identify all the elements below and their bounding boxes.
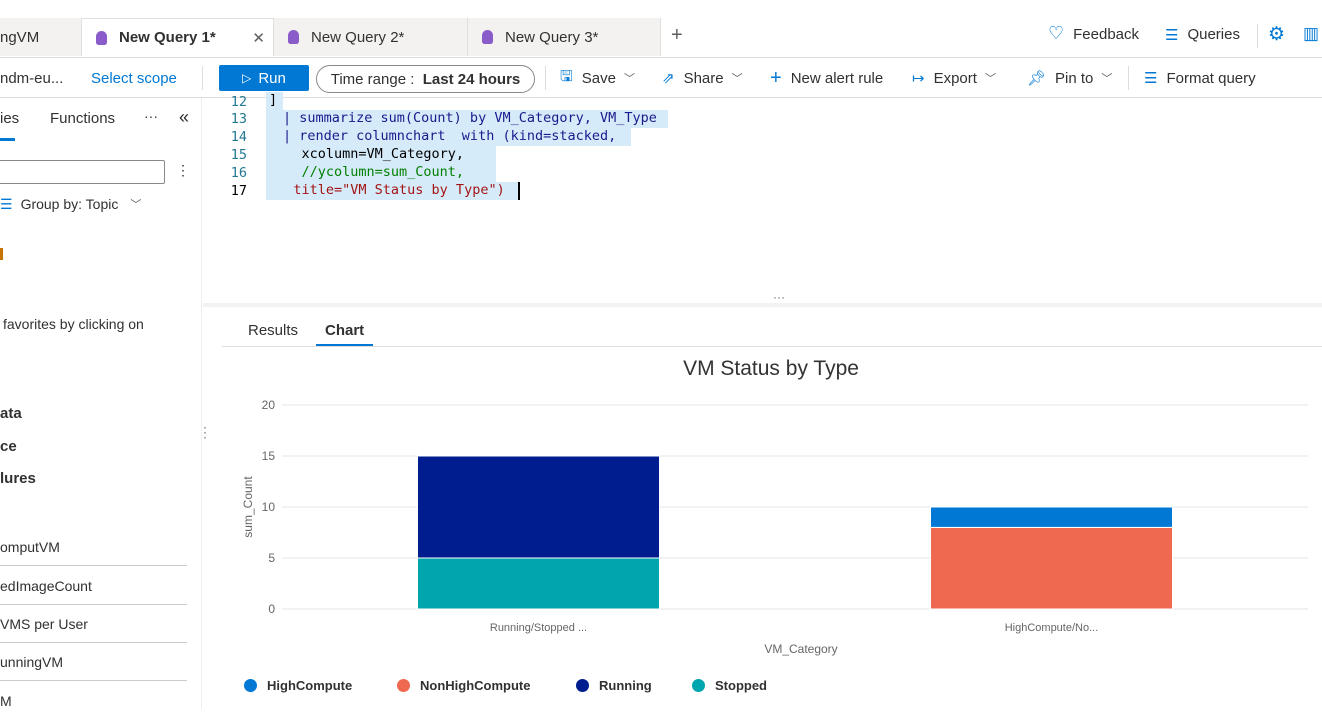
y-tick-label: 10 bbox=[262, 500, 276, 514]
bar-segment-highcompute bbox=[930, 506, 1173, 528]
legend-label: Running bbox=[599, 678, 652, 693]
y-tick-label: 5 bbox=[268, 551, 275, 565]
legend-dot-icon bbox=[244, 679, 257, 692]
bar-segment-stopped bbox=[417, 557, 660, 610]
legend-item[interactable]: Running bbox=[576, 678, 652, 693]
y-tick-label: 15 bbox=[262, 449, 276, 463]
bar-segment-nonhighcompute bbox=[930, 526, 1173, 610]
legend-label: HighCompute bbox=[267, 678, 353, 693]
legend-label: NonHighCompute bbox=[420, 678, 531, 693]
legend-item[interactable]: Stopped bbox=[692, 678, 767, 693]
stacked-column-chart: VM Status by Type sum_Count VM_Category … bbox=[241, 357, 1308, 656]
legend-label: Stopped bbox=[715, 678, 767, 693]
x-tick-label: Running/Stopped ... bbox=[490, 622, 587, 634]
chart-title: VM Status by Type bbox=[683, 357, 859, 380]
y-tick-label: 0 bbox=[268, 602, 275, 616]
legend-dot-icon bbox=[397, 679, 410, 692]
x-axis-label: VM_Category bbox=[764, 642, 837, 656]
y-axis-label: sum_Count bbox=[241, 476, 255, 538]
legend-dot-icon bbox=[576, 679, 589, 692]
x-tick-label: HighCompute/No... bbox=[1005, 622, 1099, 634]
y-tick-label: 20 bbox=[262, 398, 276, 412]
legend-item[interactable]: HighCompute bbox=[244, 678, 352, 693]
legend-item[interactable]: NonHighCompute bbox=[397, 678, 530, 693]
legend-dot-icon bbox=[692, 679, 705, 692]
bar-segment-running bbox=[417, 455, 660, 559]
